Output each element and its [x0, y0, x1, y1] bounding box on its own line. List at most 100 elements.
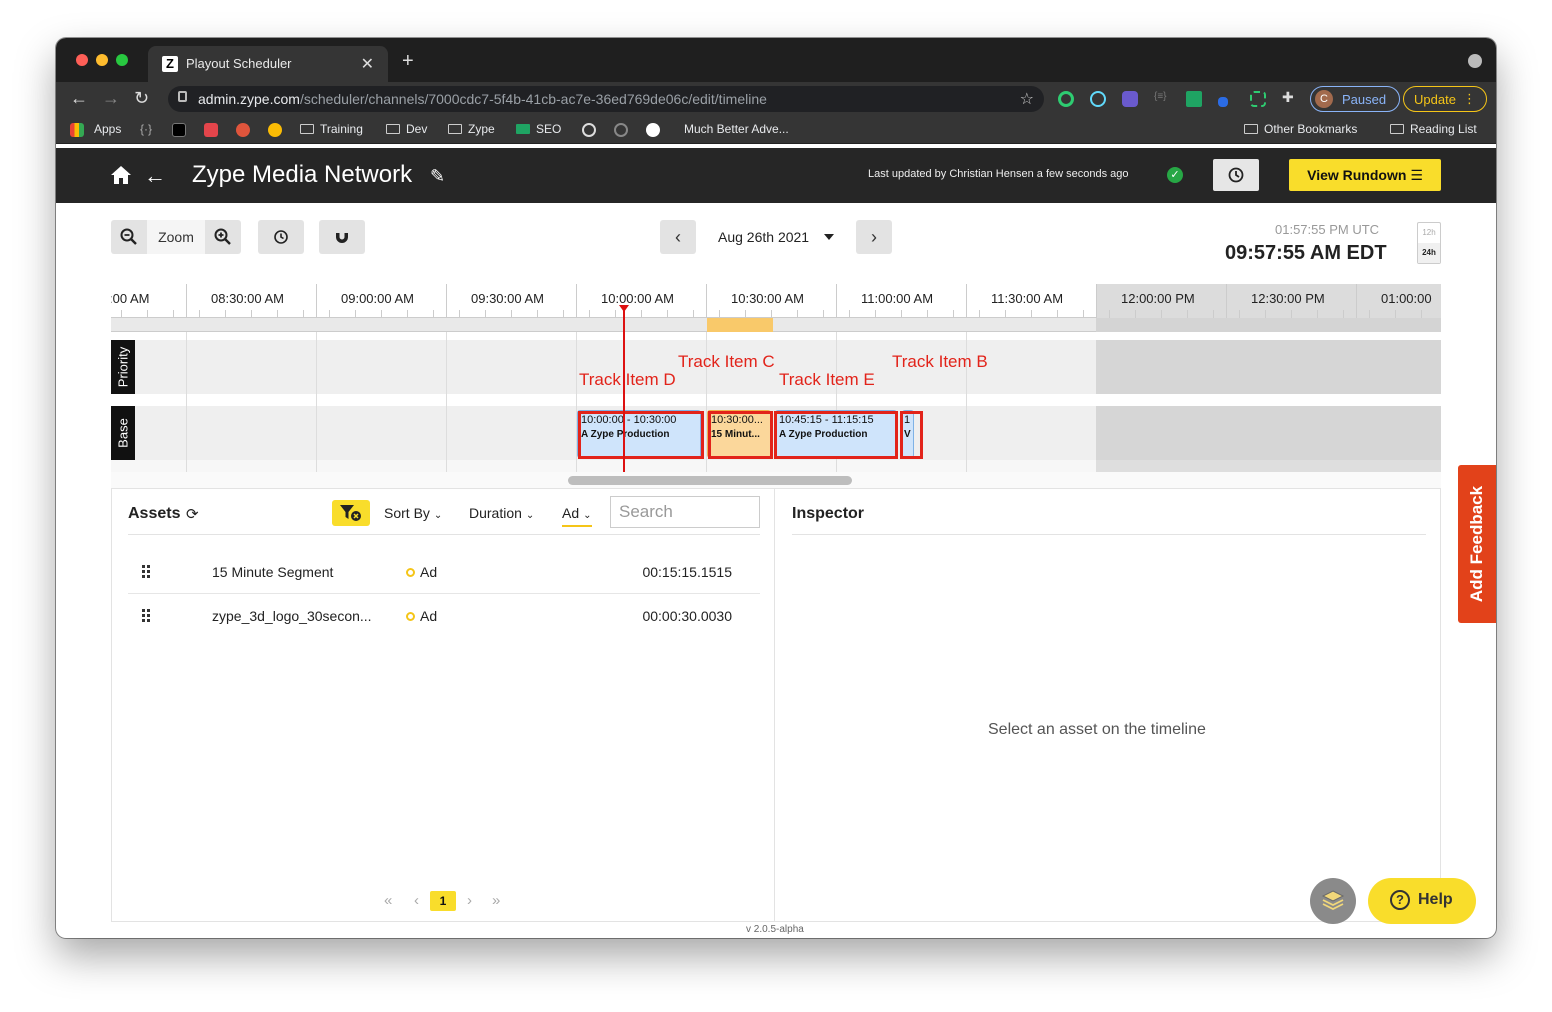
- bookmark-much-better[interactable]: Much Better Adve...: [684, 122, 789, 136]
- priority-row[interactable]: Priority: [111, 340, 1441, 394]
- asset-duration: 00:00:30.0030: [642, 608, 732, 624]
- minor-tick: [251, 310, 252, 318]
- refresh-icon[interactable]: ⟳: [186, 505, 199, 523]
- bookmark-icon[interactable]: [646, 123, 660, 137]
- bookmark-apps[interactable]: Apps: [94, 122, 121, 136]
- caret-down-icon[interactable]: [824, 234, 834, 240]
- tick-line: [446, 284, 447, 318]
- bookmark-star-icon[interactable]: ☆: [1020, 89, 1034, 109]
- date-picker[interactable]: Aug 26th 2021: [718, 229, 809, 245]
- browser-tab[interactable]: Z Playout Scheduler ✕: [148, 46, 388, 82]
- asset-row[interactable]: 15 Minute Segment Ad 00:15:15.1515: [128, 551, 732, 595]
- previous-day-button[interactable]: ‹: [660, 220, 696, 254]
- apps-grid-icon[interactable]: [70, 123, 84, 137]
- bookmark-training[interactable]: Training: [300, 122, 363, 136]
- annotation-track-d: Track Item D: [579, 370, 676, 389]
- asset-name: 15 Minute Segment: [212, 564, 334, 580]
- extension-icon[interactable]: [1218, 97, 1228, 107]
- extension-icon[interactable]: [1250, 91, 1266, 107]
- browser-tab-bar: Z Playout Scheduler ✕ +: [56, 38, 1496, 82]
- asset-row[interactable]: zype_3d_logo_30secon... Ad 00:00:30.0030: [128, 595, 732, 639]
- time-ruler[interactable]: :00 AM 08:30:00 AM 09:00:00 AM 09:30:00 …: [111, 284, 1441, 318]
- maximize-window-button[interactable]: [116, 54, 128, 66]
- magnet-icon: [336, 233, 348, 243]
- bookmark-seo[interactable]: SEO: [516, 122, 561, 136]
- close-window-button[interactable]: [76, 54, 88, 66]
- zoom-out-button[interactable]: [111, 220, 147, 254]
- minor-tick: [1239, 310, 1240, 318]
- pager-current[interactable]: 1: [430, 891, 456, 911]
- layers-button[interactable]: [1310, 878, 1356, 924]
- back-icon[interactable]: ←: [144, 163, 166, 189]
- minor-tick: [1187, 310, 1188, 318]
- sheets-icon: [516, 124, 530, 134]
- add-feedback-button[interactable]: Add Feedback: [1458, 465, 1496, 623]
- pager-last[interactable]: »: [492, 892, 500, 909]
- hour-format-toggle[interactable]: 12h 24h: [1417, 222, 1441, 264]
- bookmark-zype[interactable]: Zype: [448, 122, 495, 136]
- clear-filter-button[interactable]: [332, 500, 370, 526]
- bookmark-reading-list[interactable]: Reading List: [1390, 122, 1477, 136]
- home-icon[interactable]: [110, 165, 132, 185]
- sort-by-dropdown[interactable]: Sort By ⌄: [384, 505, 442, 521]
- back-arrow-icon[interactable]: ←: [70, 88, 88, 109]
- drag-handle-icon[interactable]: [142, 565, 152, 579]
- bookmark-icon[interactable]: [582, 123, 596, 137]
- hour-24-option[interactable]: 24h: [1418, 243, 1440, 263]
- minimize-window-button[interactable]: [96, 54, 108, 66]
- forward-arrow-icon[interactable]: →: [102, 88, 120, 109]
- minor-tick: [797, 310, 798, 318]
- timeline-scrollbar-thumb[interactable]: [568, 476, 852, 485]
- minor-tick: [1317, 310, 1318, 318]
- reload-icon[interactable]: ↻: [134, 88, 149, 109]
- search-input[interactable]: [610, 496, 760, 528]
- pencil-icon[interactable]: ✎: [430, 166, 445, 187]
- pager-first[interactable]: «: [384, 892, 392, 909]
- minor-tick: [719, 310, 720, 318]
- timeline-scrollbar-track[interactable]: [111, 472, 1441, 488]
- react-devtools-icon[interactable]: [1090, 91, 1106, 107]
- extension-icon[interactable]: {≡}: [1154, 91, 1170, 107]
- minor-tick: [1005, 310, 1006, 318]
- extension-icon[interactable]: [1186, 91, 1202, 107]
- view-rundown-button[interactable]: View Rundown ☰: [1289, 159, 1441, 191]
- more-vert-icon: ⋮: [1463, 91, 1476, 106]
- zoom-in-button[interactable]: [205, 220, 241, 254]
- minor-tick: [1135, 310, 1136, 318]
- asset-name: zype_3d_logo_30secon...: [212, 608, 372, 624]
- extension-icon[interactable]: [1058, 91, 1074, 107]
- bookmark-icon[interactable]: [614, 123, 628, 137]
- new-tab-icon[interactable]: +: [402, 50, 414, 73]
- current-time-button[interactable]: [258, 220, 304, 254]
- profile-button[interactable]: C Paused: [1310, 86, 1400, 112]
- chrome-icon[interactable]: [268, 123, 282, 137]
- minor-tick: [563, 310, 564, 318]
- drag-handle-icon[interactable]: [142, 609, 152, 623]
- minor-tick: [511, 310, 512, 318]
- minor-tick: [1031, 310, 1032, 318]
- next-day-button[interactable]: ›: [856, 220, 892, 254]
- folder-icon: [448, 124, 462, 134]
- close-tab-icon[interactable]: ✕: [361, 54, 374, 74]
- bookmark-braces-icon[interactable]: {·}: [140, 122, 152, 136]
- hour-12-option[interactable]: 12h: [1418, 223, 1440, 243]
- extension-icon[interactable]: [1122, 91, 1138, 107]
- address-bar[interactable]: admin.zype.com/scheduler/channels/7000cd…: [168, 86, 1044, 112]
- bookmark-icon[interactable]: [204, 123, 218, 137]
- bookmark-dev[interactable]: Dev: [386, 122, 427, 136]
- history-button[interactable]: [1213, 159, 1259, 191]
- bookmark-icon[interactable]: [236, 123, 250, 137]
- snap-button[interactable]: [319, 220, 365, 254]
- pager-next[interactable]: ›: [467, 892, 472, 909]
- pager-prev[interactable]: ‹: [414, 892, 419, 909]
- bookmark-other[interactable]: Other Bookmarks: [1244, 122, 1357, 136]
- tick-label: 12:00:00 PM: [1121, 291, 1195, 306]
- dev-to-icon[interactable]: [172, 123, 186, 137]
- update-button[interactable]: Update ⋮: [1403, 86, 1487, 112]
- help-button[interactable]: ? Help: [1368, 878, 1476, 924]
- folder-icon: [386, 124, 400, 134]
- puzzle-icon[interactable]: ✚: [1282, 89, 1298, 105]
- tab-search-icon[interactable]: [1468, 54, 1482, 68]
- duration-dropdown[interactable]: Duration ⌄: [469, 505, 534, 521]
- type-filter-dropdown[interactable]: Ad ⌄: [562, 505, 592, 527]
